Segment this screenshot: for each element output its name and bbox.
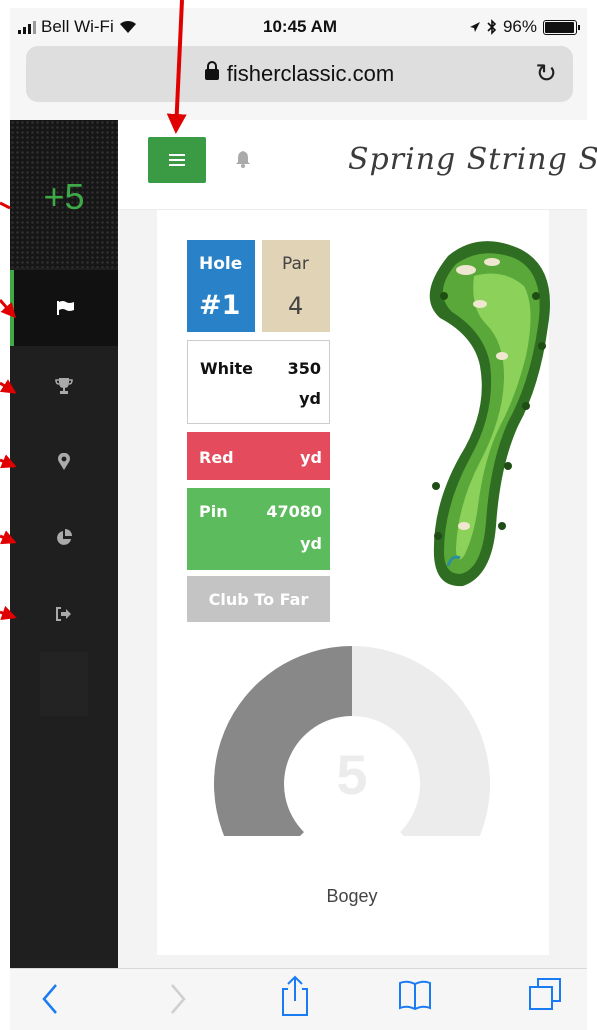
status-bar: Bell Wi-Fi 10:45 AM 96% <box>10 8 587 44</box>
sidebar-item-hole[interactable] <box>10 270 118 346</box>
sidebar-item-stats[interactable] <box>10 500 118 576</box>
white-tee-distance: 350 <box>287 359 321 378</box>
address-bar[interactable]: fisherclassic.com ↻ <box>26 46 573 102</box>
gauge-fill <box>214 646 352 836</box>
flag-icon <box>57 301 74 315</box>
carrier-name: Bell Wi-Fi <box>41 17 114 36</box>
red-tee-label: Red <box>199 448 234 467</box>
sidebar-item-leaderboard[interactable] <box>10 348 118 424</box>
hole-label: Hole <box>199 254 243 274</box>
total-score: +5 <box>43 176 85 217</box>
hamburger-icon <box>169 154 185 166</box>
location-arrow-icon <box>469 22 480 32</box>
gauge-score-value: 5 <box>336 743 368 806</box>
red-tee-tile: Red yd <box>187 432 330 480</box>
event-title: Spring String Sc <box>348 142 597 177</box>
white-tee-label: White <box>200 359 254 378</box>
bookmarks-icon[interactable] <box>398 979 432 1011</box>
par-tile: Par 4 <box>262 240 330 332</box>
pin-label: Pin <box>199 502 228 521</box>
bell-icon[interactable] <box>236 150 250 168</box>
sidebar-item-course-map[interactable] <box>10 424 118 500</box>
status-right: 96% <box>469 17 580 37</box>
hole-layout-image <box>429 241 550 587</box>
white-tee-tile: White 350 yd <box>187 340 330 424</box>
lock-icon <box>204 61 219 80</box>
bluetooth-icon <box>487 19 497 35</box>
ios-browser-chrome: Bell Wi-Fi 10:45 AM 96% fisherclassic.co… <box>10 8 587 120</box>
url-text[interactable]: fisherclassic.com <box>26 61 573 87</box>
hole-number-tile: Hole #1 <box>187 240 255 332</box>
gauge-score-label: Bogey <box>326 886 378 906</box>
sidebar-empty-slot <box>40 652 88 716</box>
status-time: 10:45 AM <box>263 17 338 36</box>
signal-icon <box>18 20 36 34</box>
sign-out-icon <box>56 607 71 621</box>
pie-chart-icon <box>57 529 72 545</box>
club-recommendation-tile: Club To Far <box>187 576 330 622</box>
top-bar: Spring String Sc <box>118 120 597 210</box>
sidebar-item-logout[interactable] <box>10 576 118 652</box>
share-icon[interactable] <box>280 975 310 1017</box>
arrow-to-score <box>0 201 11 210</box>
white-tee-unit: yd <box>299 389 321 408</box>
menu-button[interactable] <box>148 137 206 183</box>
pin-distance: 47080 <box>266 502 322 521</box>
trophy-icon <box>55 378 73 394</box>
map-pin-icon <box>58 453 70 470</box>
red-tee-unit: yd <box>300 448 322 467</box>
url-value: fisherclassic.com <box>226 61 395 86</box>
battery-level <box>545 21 574 33</box>
par-label: Par <box>282 254 309 274</box>
club-label: Club To Far <box>208 590 309 609</box>
back-icon[interactable] <box>40 981 60 1017</box>
par-value: 4 <box>288 292 304 320</box>
pin-unit: yd <box>300 534 322 553</box>
reload-icon[interactable]: ↻ <box>535 58 557 89</box>
forward-icon[interactable] <box>168 981 188 1017</box>
pin-distance-tile: Pin 47080 yd <box>187 488 330 570</box>
sidebar: +5 <box>10 120 118 968</box>
carrier: Bell Wi-Fi <box>18 17 137 37</box>
battery-icon <box>543 19 580 35</box>
safari-toolbar <box>10 968 587 1030</box>
hole-value: #1 <box>199 290 241 321</box>
score-panel: +5 <box>10 120 118 268</box>
tabs-icon[interactable] <box>528 977 562 1011</box>
battery-percent: 96% <box>502 17 537 36</box>
wifi-icon <box>119 20 136 33</box>
